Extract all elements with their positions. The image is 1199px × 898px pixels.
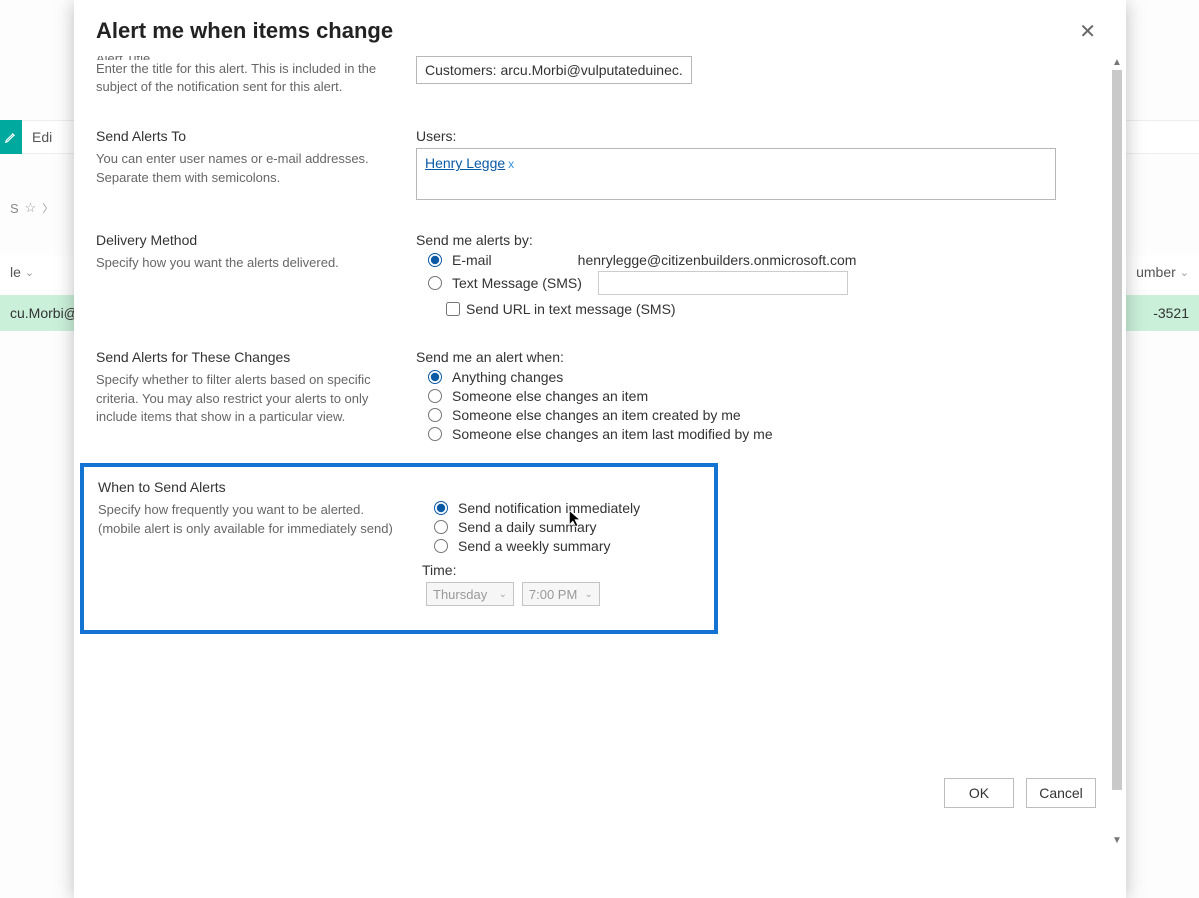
users-label: Users: xyxy=(416,128,1088,144)
time-label: Time: xyxy=(422,562,700,578)
chevron-down-icon: ⌄ xyxy=(585,589,593,600)
sms-url-checkbox-row[interactable]: Send URL in text message (SMS) xyxy=(446,301,1088,317)
when-opt2-label: Send a daily summary xyxy=(458,519,597,535)
changes-opt2-row[interactable]: Someone else changes an item xyxy=(428,388,1088,404)
when-opt3-row[interactable]: Send a weekly summary xyxy=(434,538,700,554)
scrollbar[interactable]: ▲ xyxy=(1110,56,1124,848)
changes-radio-3[interactable] xyxy=(428,408,442,422)
chevron-down-icon[interactable]: ⌄ xyxy=(25,266,34,279)
day-select[interactable]: Thursday ⌄ xyxy=(426,582,514,606)
changes-heading: Send Alerts for These Changes xyxy=(96,349,386,365)
send-to-desc: You can enter user names or e-mail addre… xyxy=(96,150,386,186)
changes-opt3-label: Someone else changes an item created by … xyxy=(452,407,741,423)
cancel-label: Cancel xyxy=(1039,785,1083,801)
chevron-down-icon: ⌄ xyxy=(499,589,507,600)
delivery-opt-sms-row[interactable]: Text Message (SMS) xyxy=(428,271,1088,295)
section-alert-title: Alert Title Enter the title for this ale… xyxy=(96,56,1088,114)
scroll-down-icon[interactable]: ▼ xyxy=(1110,834,1124,848)
when-heading: When to Send Alerts xyxy=(98,479,398,495)
row-left-fragment: cu.Morbi@ xyxy=(10,305,78,321)
delivery-radio-sms[interactable] xyxy=(428,276,442,290)
pencil-icon xyxy=(4,130,18,144)
col-right-fragment: umber xyxy=(1136,264,1176,280)
section-delivery: Delivery Method Specify how you want the… xyxy=(96,218,1088,335)
users-input[interactable]: Henry Leggex xyxy=(416,148,1056,200)
ok-button[interactable]: OK xyxy=(944,778,1014,808)
day-value: Thursday xyxy=(433,587,487,602)
when-radio-1[interactable] xyxy=(434,501,448,515)
delivery-opt-email-row[interactable]: E-mail henrylegge@citizenbuilders.onmicr… xyxy=(428,252,1088,268)
when-desc2: (mobile alert is only available for imme… xyxy=(98,520,398,538)
sms-number-input[interactable] xyxy=(598,271,848,295)
delivery-prompt: Send me alerts by: xyxy=(416,232,1088,248)
when-opt3-label: Send a weekly summary xyxy=(458,538,611,554)
dialog-title: Alert me when items change xyxy=(96,18,393,44)
changes-opt4-label: Someone else changes an item last modifi… xyxy=(452,426,773,442)
alert-title-value: Customers: arcu.Morbi@vulputateduinec. xyxy=(425,62,683,78)
scrollbar-thumb[interactable] xyxy=(1112,70,1122,790)
changes-desc: Specify whether to filter alerts based o… xyxy=(96,371,386,426)
delivery-email-value: henrylegge@citizenbuilders.onmicrosoft.c… xyxy=(578,252,857,268)
cancel-button[interactable]: Cancel xyxy=(1026,778,1096,808)
col-left-fragment: le xyxy=(10,264,21,280)
changes-prompt: Send me an alert when: xyxy=(416,349,1088,365)
when-opt2-row[interactable]: Send a daily summary xyxy=(434,519,700,535)
send-to-heading: Send Alerts To xyxy=(96,128,386,144)
alert-title-input[interactable]: Customers: arcu.Morbi@vulputateduinec. xyxy=(416,56,692,84)
alert-settings-dialog: Alert me when items change ✕ Alert Title… xyxy=(74,0,1126,898)
time-value: 7:00 PM xyxy=(529,587,577,602)
delivery-opt-email-label: E-mail xyxy=(452,252,492,268)
dialog-body: Alert Title Enter the title for this ale… xyxy=(74,56,1110,848)
when-opt1-label: Send notification immediately xyxy=(458,500,640,516)
user-chip-remove[interactable]: x xyxy=(508,157,514,171)
when-opt1-row[interactable]: Send notification immediately xyxy=(434,500,700,516)
changes-radio-1[interactable] xyxy=(428,370,442,384)
row-right-fragment: -3521 xyxy=(1153,305,1189,321)
chevron-right-icon: 〉 xyxy=(42,200,53,216)
dialog-header: Alert me when items change ✕ xyxy=(74,0,1126,56)
edit-tile[interactable] xyxy=(0,120,22,154)
changes-opt2-label: Someone else changes an item xyxy=(452,388,648,404)
when-radio-3[interactable] xyxy=(434,539,448,553)
delivery-heading: Delivery Method xyxy=(96,232,386,248)
bg-breadcrumb: S ☆ 〉 xyxy=(10,200,53,216)
section-send-to: Send Alerts To You can enter user names … xyxy=(96,114,1088,218)
time-select[interactable]: 7:00 PM ⌄ xyxy=(522,582,600,606)
close-icon: ✕ xyxy=(1079,21,1096,43)
scroll-up-icon[interactable]: ▲ xyxy=(1110,56,1124,70)
when-desc1: Specify how frequently you want to be al… xyxy=(98,501,398,519)
close-button[interactable]: ✕ xyxy=(1071,18,1104,46)
sms-url-checkbox[interactable] xyxy=(446,302,460,316)
changes-radio-4[interactable] xyxy=(428,427,442,441)
delivery-radio-email[interactable] xyxy=(428,253,442,267)
when-radio-2[interactable] xyxy=(434,520,448,534)
when-time-row: Time: Thursday ⌄ 7:00 PM ⌄ xyxy=(422,562,700,606)
changes-opt4-row[interactable]: Someone else changes an item last modifi… xyxy=(428,426,1088,442)
sms-url-label: Send URL in text message (SMS) xyxy=(466,301,676,317)
changes-radio-2[interactable] xyxy=(428,389,442,403)
bg-crumb-fragment: S xyxy=(10,201,19,216)
dialog-body-wrap: Alert Title Enter the title for this ale… xyxy=(74,56,1126,898)
changes-opt1-label: Anything changes xyxy=(452,369,563,385)
user-chip[interactable]: Henry Legge xyxy=(425,155,505,171)
star-icon[interactable]: ☆ xyxy=(25,200,37,216)
alert-title-desc: Enter the title for this alert. This is … xyxy=(96,60,386,96)
highlight-when-to-send: When to Send Alerts Specify how frequent… xyxy=(80,463,718,634)
edit-label[interactable]: Edi xyxy=(32,129,52,145)
dialog-footer: OK Cancel xyxy=(944,778,1096,808)
section-changes: Send Alerts for These Changes Specify wh… xyxy=(96,335,1088,463)
changes-opt3-row[interactable]: Someone else changes an item created by … xyxy=(428,407,1088,423)
chevron-down-icon[interactable]: ⌄ xyxy=(1180,266,1189,279)
delivery-opt-sms-label: Text Message (SMS) xyxy=(452,275,582,291)
changes-opt1-row[interactable]: Anything changes xyxy=(428,369,1088,385)
section-when: When to Send Alerts Specify how frequent… xyxy=(98,479,700,606)
delivery-desc: Specify how you want the alerts delivere… xyxy=(96,254,386,272)
ok-label: OK xyxy=(969,785,989,801)
